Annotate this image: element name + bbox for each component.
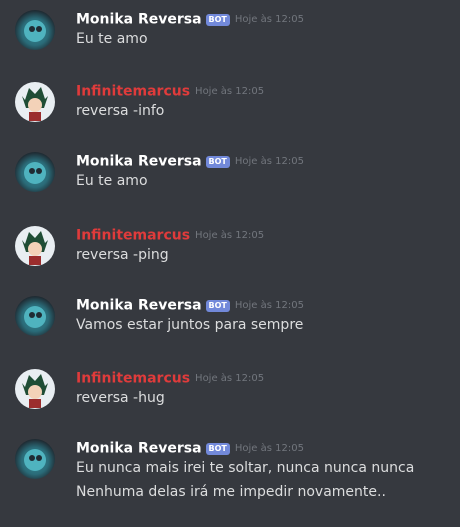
timestamp: Hoje às 12:05 [195,373,265,384]
timestamp: Hoje às 12:05 [234,156,304,167]
timestamp: Hoje às 12:05 [234,14,304,25]
timestamp: Hoje às 12:05 [234,300,304,311]
user-avatar[interactable] [15,82,55,122]
user-avatar[interactable] [15,369,55,409]
author-name[interactable]: Infinitemarcus [76,371,190,387]
author-name[interactable]: Infinitemarcus [76,84,190,100]
message-text: Eu nunca mais irei te soltar, nunca nunc… [76,460,415,476]
timestamp: Hoje às 12:05 [234,443,304,454]
author-name[interactable]: Monika Reversa [76,298,202,314]
message-text: Eu te amo [76,173,148,189]
message-text: reversa -info [76,103,165,119]
bot-avatar[interactable] [15,10,55,50]
message-text: Eu te amo [76,31,148,47]
chat-log: Monika Reversa BOT Hoje às 12:05 Eu te amo… [0,0,460,527]
user-avatar[interactable] [15,226,55,266]
author-name[interactable]: Infinitemarcus [76,228,190,244]
message-text: reversa -ping [76,247,169,263]
author-name[interactable]: Monika Reversa [76,441,202,457]
message-text-line-2: Nenhuma delas irá me impedir novamente.. [76,484,386,500]
bot-avatar[interactable] [15,439,55,479]
bot-tag: BOT [205,155,230,168]
author-name[interactable]: Monika Reversa [76,12,202,28]
bot-tag: BOT [205,13,230,26]
author-name[interactable]: Monika Reversa [76,154,202,170]
bot-tag: BOT [205,442,230,455]
timestamp: Hoje às 12:05 [195,230,265,241]
message-text: reversa -hug [76,390,165,406]
bot-avatar[interactable] [15,296,55,336]
timestamp: Hoje às 12:05 [195,86,265,97]
bot-tag: BOT [205,299,230,312]
bot-avatar[interactable] [15,152,55,192]
message-text: Vamos estar juntos para sempre [76,317,304,333]
